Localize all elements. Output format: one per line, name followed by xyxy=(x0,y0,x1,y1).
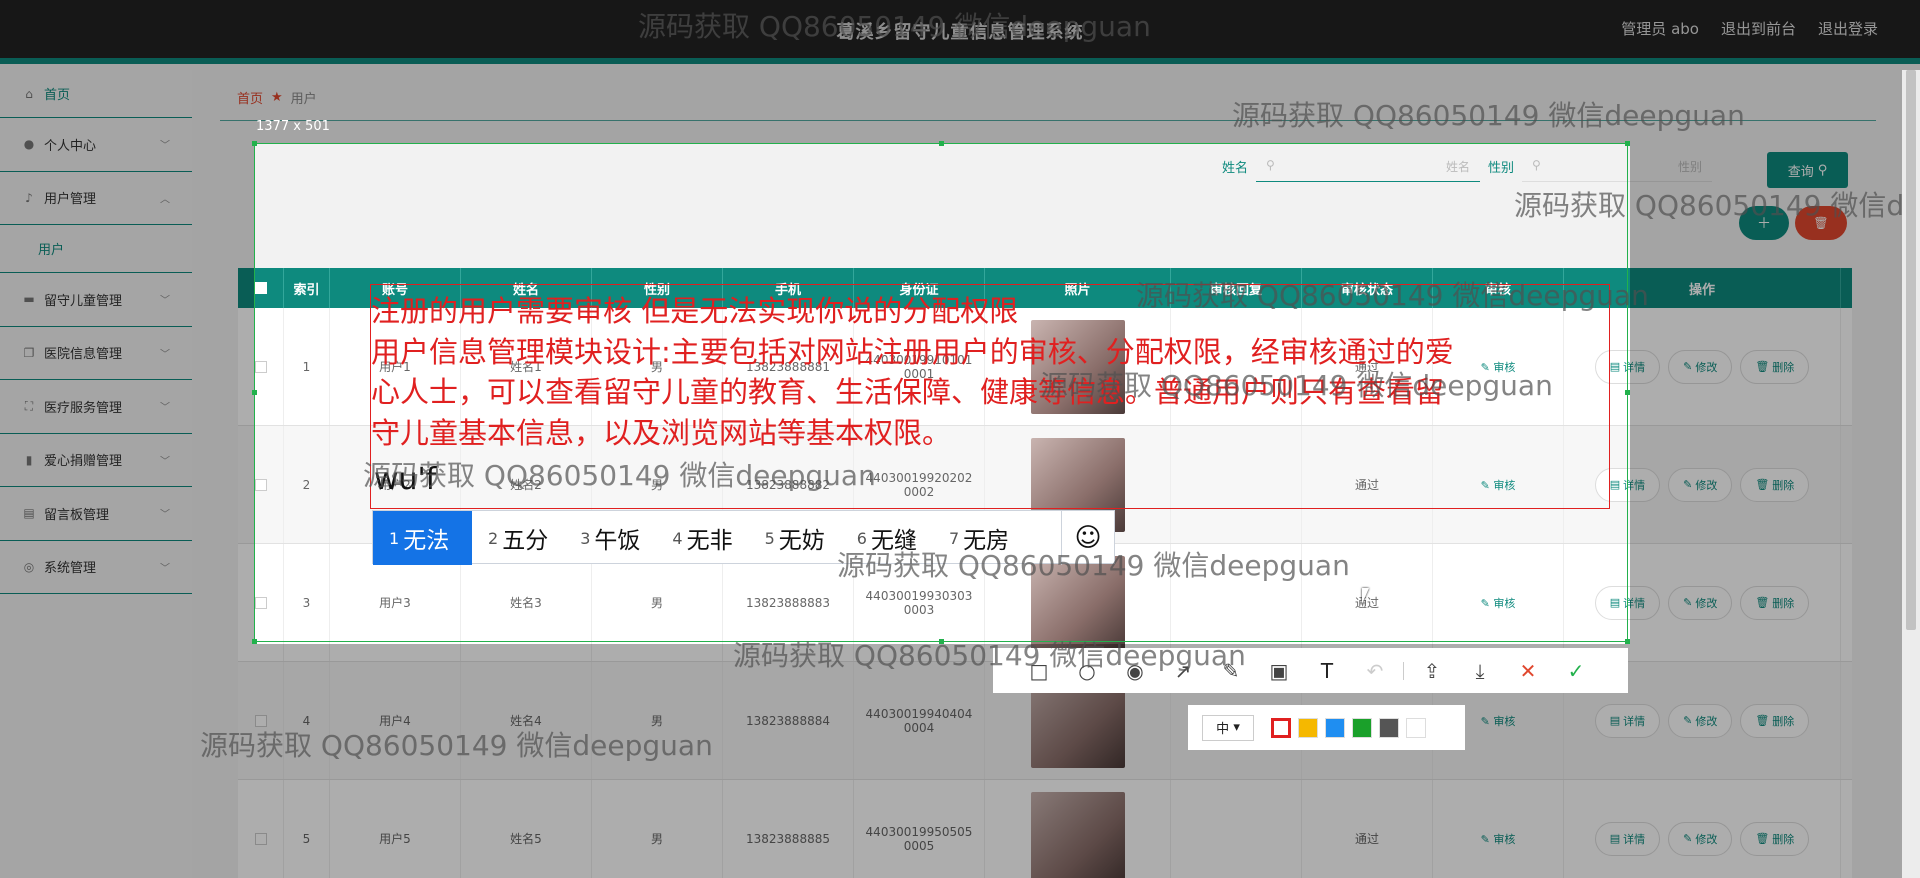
candidate-word: 无法 xyxy=(403,528,450,554)
color-swatch[interactable] xyxy=(1325,717,1345,738)
color-swatch[interactable] xyxy=(1271,717,1291,738)
color-swatch[interactable] xyxy=(1406,717,1426,738)
annotation-line: 用户信息管理模块设计:主要包括对网站注册用户的审核、分配权限，经审核通过的爱 xyxy=(371,334,1454,369)
resize-handle[interactable] xyxy=(1625,141,1630,146)
candidate-word: 无妨 xyxy=(778,528,825,554)
annotation-textbox[interactable]: 注册的用户需要审核 但是无法实现你说的分配权限 用户信息管理模块设计:主要包括对… xyxy=(370,284,1610,509)
capture-size-label: 1377 x 501 xyxy=(256,119,330,134)
ime-candidates: 1 无法 2 五分 3 午饭 4 无非 5 无妨 6 无缝 7 无房 xyxy=(373,511,1025,565)
candidate-number: 6 xyxy=(856,528,867,548)
rectangle-tool-icon[interactable]: □ xyxy=(1015,648,1063,693)
candidate-word: 五分 xyxy=(502,528,549,554)
resize-handle[interactable] xyxy=(252,639,257,644)
candidate-number: 4 xyxy=(672,528,683,548)
capture-dim-right xyxy=(1630,143,1920,644)
ime-candidate[interactable]: 3 午饭 xyxy=(564,511,656,565)
resize-handle[interactable] xyxy=(939,639,944,644)
text-style-toolbar: 中 ▾ xyxy=(1188,705,1465,750)
candidate-number: 3 xyxy=(580,528,591,548)
resize-handle[interactable] xyxy=(252,141,257,146)
ime-candidate[interactable]: 5 无妨 xyxy=(749,511,841,565)
annotation-line: 注册的用户需要审核 但是无法实现你说的分配权限 xyxy=(371,294,1019,328)
candidate-word: 无非 xyxy=(686,528,733,554)
candidate-number: 2 xyxy=(488,528,499,548)
caret-down-icon: ▾ xyxy=(1233,720,1240,735)
emoji-icon[interactable]: ☺ xyxy=(1061,511,1114,565)
annotation-line: 守儿童基本信息，以及浏览网站等基本权限。 xyxy=(371,415,952,450)
color-swatches xyxy=(1271,717,1426,738)
candidate-word: 午饭 xyxy=(594,528,641,554)
ime-candidate[interactable]: 2 五分 xyxy=(472,511,564,565)
capture-toolbar: □ ○ ◉ ↗ ✎ ▣ T ↶ ⇪ ⤓ ✕ ✓ xyxy=(993,648,1628,693)
resize-handle[interactable] xyxy=(1625,639,1630,644)
toolbar-separator xyxy=(1403,661,1404,680)
candidate-number: 7 xyxy=(948,528,960,548)
share-icon[interactable]: ⇪ xyxy=(1408,648,1456,693)
page-scrollbar[interactable] xyxy=(1902,70,1920,878)
font-size-select[interactable]: 中 ▾ xyxy=(1202,714,1254,741)
ime-composition: wu'f xyxy=(374,462,437,497)
ime-candidate-bar: 1 无法 2 五分 3 午饭 4 无非 5 无妨 6 无缝 7 无房 ☺ xyxy=(372,510,1115,565)
download-icon[interactable]: ⤓ xyxy=(1456,648,1504,693)
candidate-word: 无缝 xyxy=(870,528,917,554)
confirm-icon[interactable]: ✓ xyxy=(1552,648,1600,693)
mosaic-tool-icon[interactable]: ◉ xyxy=(1111,648,1159,693)
color-swatch[interactable] xyxy=(1379,717,1399,738)
ime-candidate[interactable]: 4 无非 xyxy=(656,511,748,565)
annotation-line: 心人士，可以查看留守儿童的教育、生活保障、健康等信息。普通用户则只有查看留 xyxy=(371,375,1445,409)
resize-handle[interactable] xyxy=(252,390,257,395)
text-tool-icon[interactable]: T xyxy=(1303,648,1351,693)
close-icon[interactable]: ✕ xyxy=(1504,648,1552,693)
candidate-number: 1 xyxy=(389,528,400,548)
ime-candidate[interactable]: 1 无法 xyxy=(373,511,472,565)
candidate-word: 无房 xyxy=(963,528,1010,554)
ime-candidate[interactable]: 6 无缝 xyxy=(841,511,933,565)
resize-handle[interactable] xyxy=(939,141,944,146)
arrow-tool-icon[interactable]: ↗ xyxy=(1159,648,1207,693)
mouse-cursor xyxy=(1362,588,1376,604)
candidate-number: 5 xyxy=(764,528,775,548)
blur-tool-icon[interactable]: ▣ xyxy=(1255,648,1303,693)
color-swatch[interactable] xyxy=(1352,717,1372,738)
capture-dim-bottom xyxy=(0,644,1920,878)
ime-candidate[interactable]: 7 无房 xyxy=(933,511,1025,565)
font-size-value: 中 xyxy=(1216,722,1230,737)
color-swatch[interactable] xyxy=(1298,717,1318,738)
ellipse-tool-icon[interactable]: ○ xyxy=(1063,648,1111,693)
capture-dim-left xyxy=(0,143,254,644)
undo-icon[interactable]: ↶ xyxy=(1351,648,1399,693)
pen-tool-icon[interactable]: ✎ xyxy=(1207,648,1255,693)
resize-handle[interactable] xyxy=(1625,390,1630,395)
scrollbar-thumb[interactable] xyxy=(1906,70,1916,630)
